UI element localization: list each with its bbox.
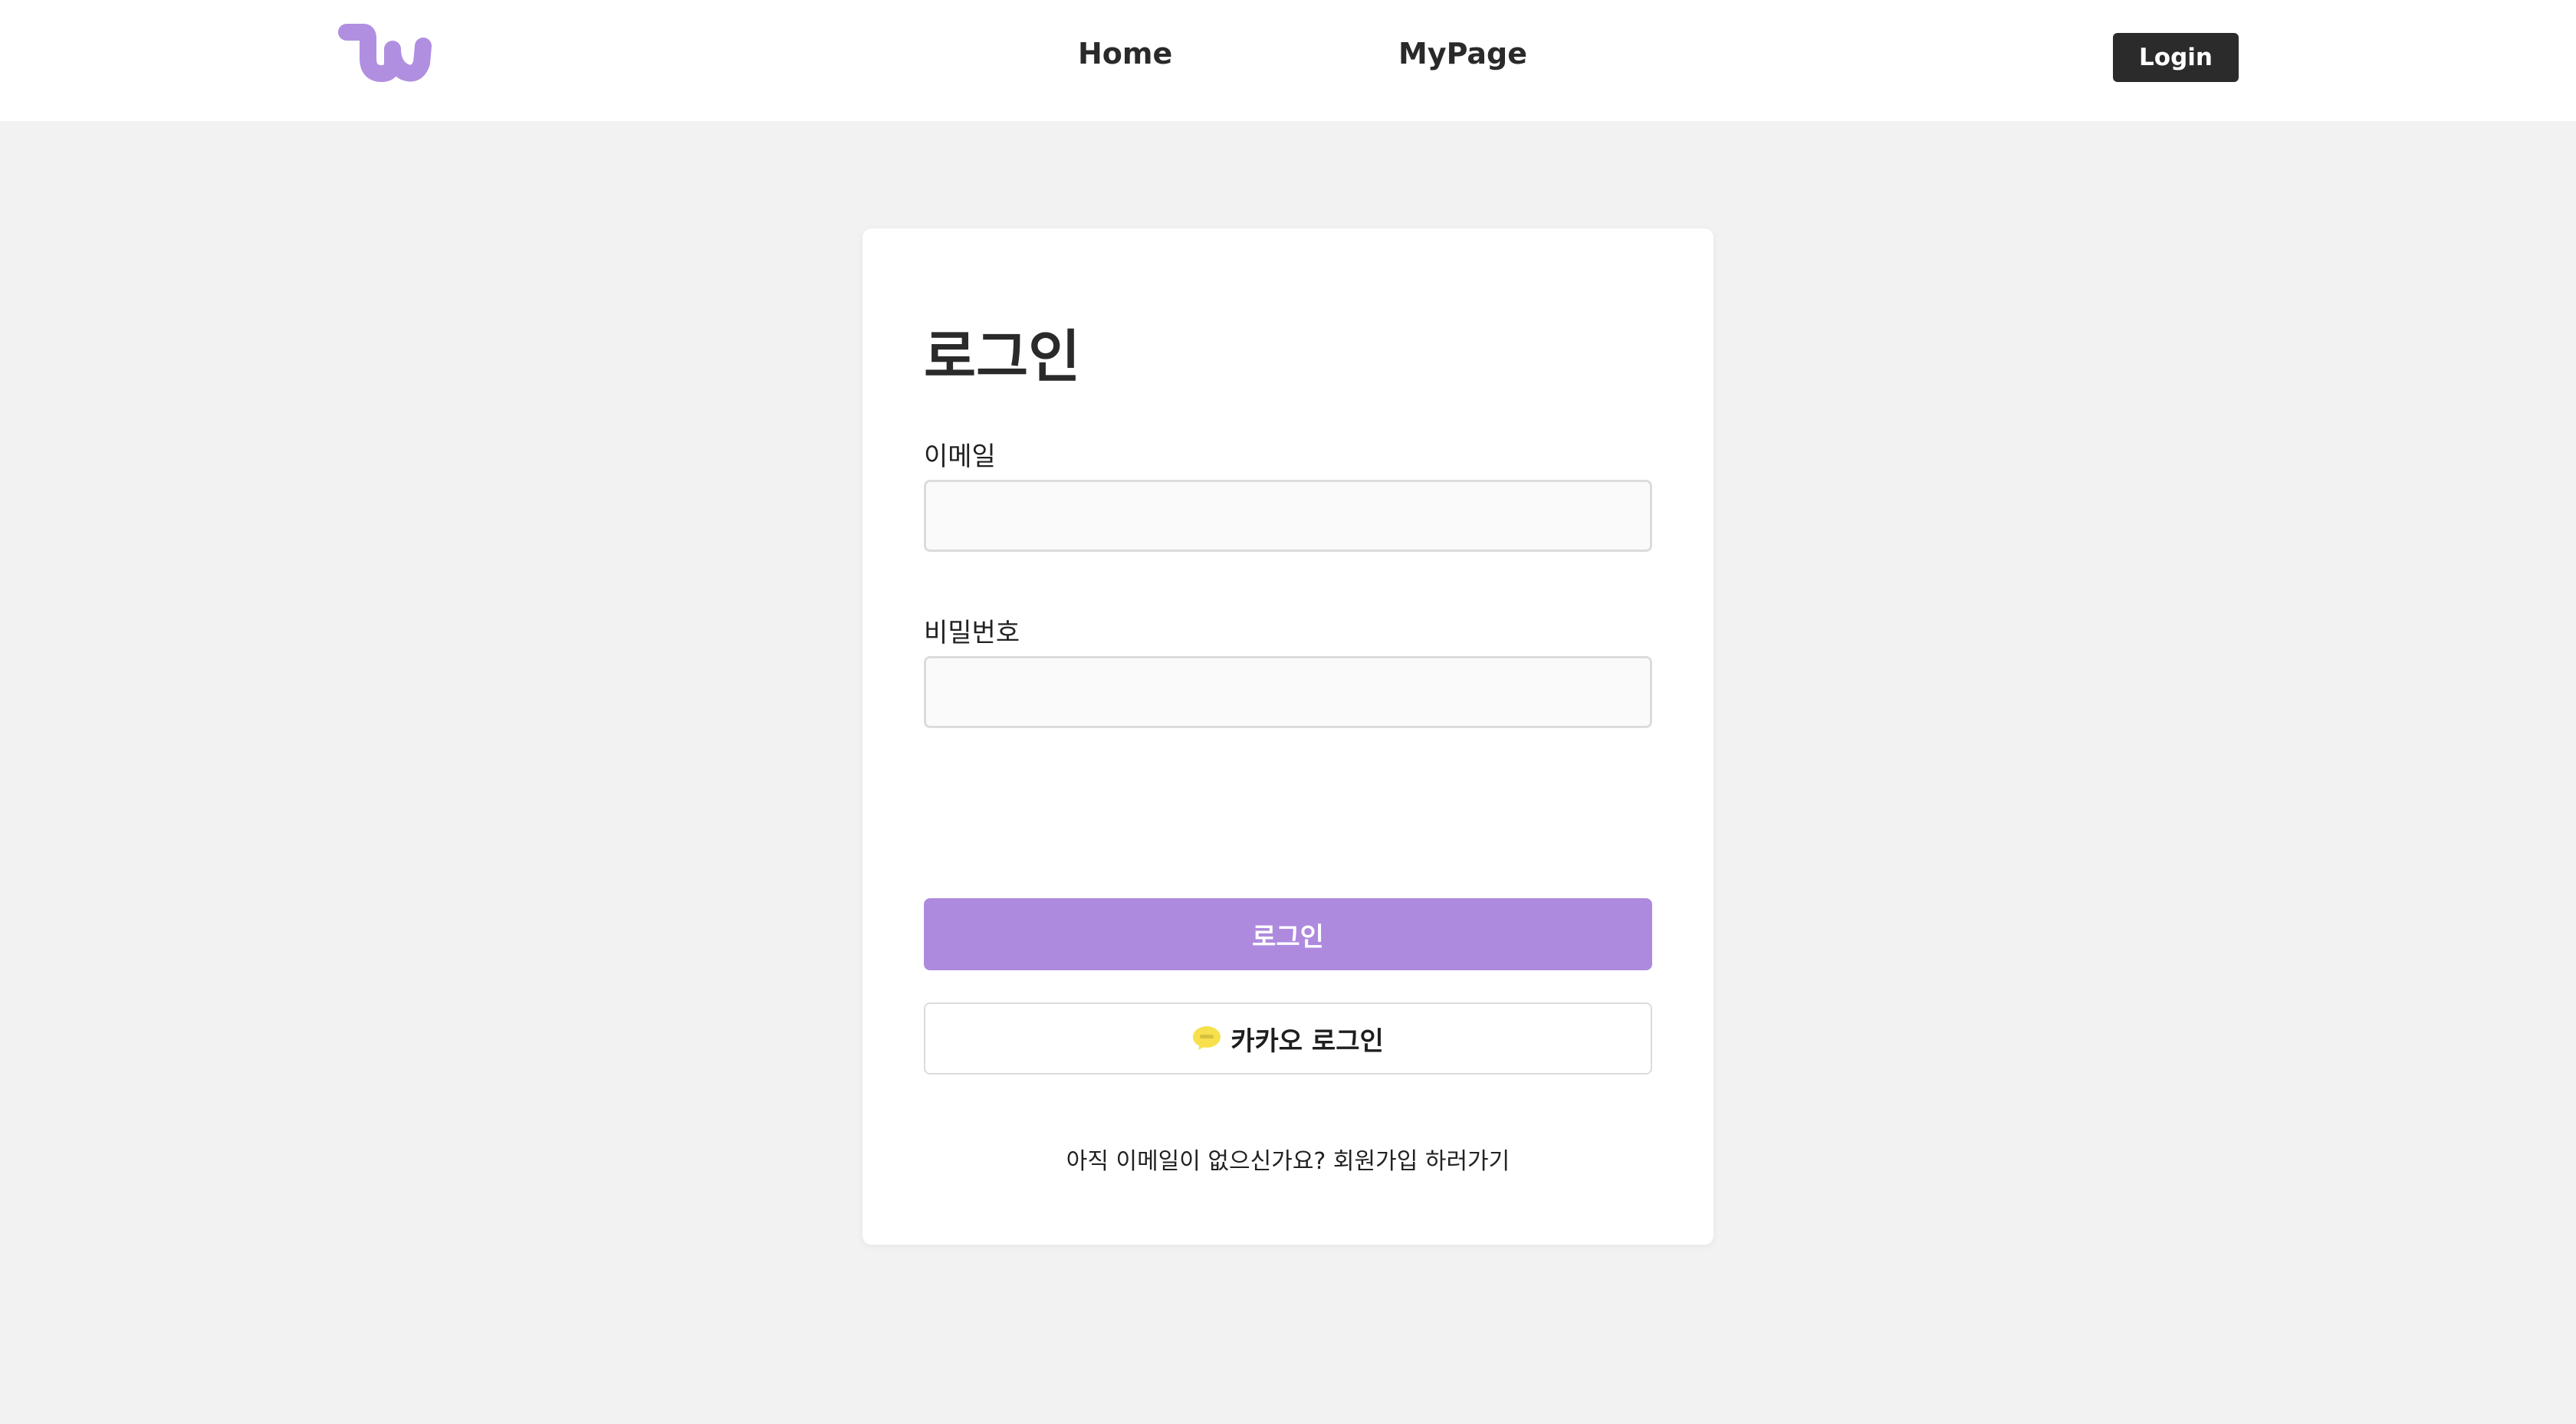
nav-mypage-link[interactable]: MyPage	[1398, 37, 1527, 71]
kakao-login-label: 카카오 로그인	[1230, 1025, 1384, 1057]
header-login-button[interactable]: Login	[2113, 33, 2239, 82]
top-navbar: Home MyPage Login	[0, 0, 2576, 121]
nav-home-link[interactable]: Home	[1078, 37, 1172, 71]
login-submit-button[interactable]: 로그인	[924, 898, 1652, 970]
w-logo-icon[interactable]	[337, 18, 437, 92]
email-label: 이메일	[924, 441, 996, 472]
login-card: 로그인 이메일 비밀번호 로그인 카카오 로그인 아직 이메일이 없으신가요? …	[863, 228, 1714, 1245]
signup-link[interactable]: 회원가입 하러가기	[1333, 1148, 1510, 1175]
signup-prompt-text: 아직 이메일이 없으신가요?	[1066, 1148, 1326, 1175]
kakao-talk-icon	[1193, 1026, 1221, 1050]
password-label: 비밀번호	[924, 618, 1020, 648]
signup-prompt-line: 아직 이메일이 없으신가요? 회원가입 하러가기	[863, 1142, 1714, 1176]
kakao-login-button[interactable]: 카카오 로그인	[924, 1002, 1652, 1075]
password-input[interactable]	[924, 656, 1652, 728]
email-input[interactable]	[924, 480, 1652, 552]
page-title: 로그인	[924, 324, 1081, 390]
